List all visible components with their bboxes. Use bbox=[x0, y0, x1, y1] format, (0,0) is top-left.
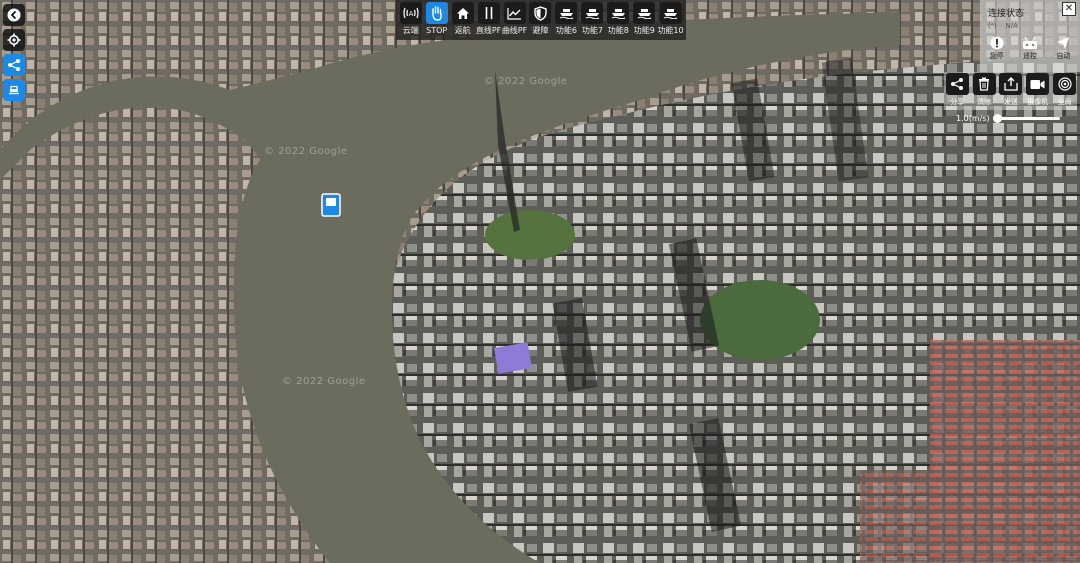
gear-icon bbox=[7, 33, 21, 47]
tool-stop[interactable]: STOP bbox=[424, 0, 449, 40]
tool-label: 返航 bbox=[454, 26, 471, 35]
hand-stop-icon bbox=[425, 2, 448, 24]
send-icon bbox=[1057, 37, 1070, 49]
tool-label: 功能7 bbox=[581, 26, 603, 35]
tool-label: 云端 bbox=[402, 26, 419, 35]
status-title: 连接状态 bbox=[988, 9, 1025, 19]
tool-label: 功能10 bbox=[657, 26, 684, 35]
send-button[interactable]: 发送 bbox=[999, 72, 1024, 110]
close-icon: ✕ bbox=[1064, 3, 1074, 14]
boat-button[interactable] bbox=[3, 79, 25, 101]
tool-label: 功能6 bbox=[555, 26, 577, 35]
boat-icon bbox=[607, 2, 630, 24]
home-icon bbox=[451, 2, 474, 24]
tool-label: 功能8 bbox=[607, 26, 629, 35]
boat-marker[interactable] bbox=[321, 193, 341, 217]
map-watermark: © 2022 Google bbox=[484, 76, 568, 87]
remote-icon bbox=[1022, 36, 1037, 49]
remote-control-button[interactable]: 遥控 bbox=[1015, 36, 1045, 66]
auto-mode-button[interactable]: 自动 bbox=[1048, 36, 1078, 66]
tool-label: 直线PF bbox=[475, 26, 502, 35]
tool-function-8[interactable]: 功能8 bbox=[606, 0, 631, 40]
tool-function-9[interactable]: 功能9 bbox=[632, 0, 657, 40]
upload-icon bbox=[999, 73, 1023, 95]
share-icon bbox=[8, 59, 20, 71]
tool-label: 避障 bbox=[532, 26, 549, 35]
share-icon bbox=[945, 73, 969, 95]
trash-icon bbox=[972, 73, 996, 95]
speed-value: 1.0(m/s) bbox=[956, 113, 990, 123]
camera-button[interactable]: 摄像机 bbox=[1025, 72, 1050, 110]
action-label: 清除 bbox=[977, 98, 992, 106]
control-mode-group: 急停 遥控 自动 bbox=[980, 36, 1080, 66]
back-button[interactable] bbox=[3, 4, 25, 26]
speed-control: 1.0(m/s) bbox=[956, 112, 1066, 124]
tool-curve-path[interactable]: 曲线PF bbox=[502, 0, 527, 40]
boat-icon bbox=[9, 85, 19, 95]
status-value: N/A bbox=[1005, 22, 1018, 30]
boat-icon bbox=[555, 2, 578, 24]
tool-label: 功能9 bbox=[633, 26, 655, 35]
share-route-button[interactable]: 分享 bbox=[945, 72, 970, 110]
straight-path-icon bbox=[477, 2, 500, 24]
tool-label: STOP bbox=[426, 26, 448, 35]
share-button[interactable] bbox=[3, 54, 25, 76]
back-arrow-icon bbox=[7, 8, 21, 22]
speed-slider-knob[interactable] bbox=[992, 113, 1002, 123]
speed-slider[interactable] bbox=[992, 113, 1060, 123]
action-label: 分享 bbox=[950, 98, 965, 106]
action-panel: 分享 清除 发送 摄像机 全局 bbox=[944, 72, 1077, 110]
svg-text:A: A bbox=[408, 10, 413, 18]
status-row: (ᴬ) N/A bbox=[988, 20, 1076, 32]
action-label: 全局 bbox=[1057, 98, 1072, 106]
tool-cloud[interactable]: A 云端 bbox=[398, 0, 423, 40]
close-button[interactable]: ✕ bbox=[1062, 2, 1076, 16]
action-label: 发送 bbox=[1003, 98, 1018, 106]
tool-avoidance[interactable]: 避障 bbox=[528, 0, 553, 40]
global-view-button[interactable]: 全局 bbox=[1052, 72, 1077, 110]
boat-icon bbox=[633, 2, 656, 24]
boat-icon bbox=[659, 2, 682, 24]
map-watermark: © 2022 Google bbox=[282, 376, 366, 387]
tool-function-10[interactable]: 功能10 bbox=[657, 0, 684, 40]
antenna-icon: A bbox=[399, 2, 422, 24]
clear-button[interactable]: 清除 bbox=[972, 72, 997, 110]
emergency-stop-button[interactable]: 急停 bbox=[982, 36, 1012, 66]
tool-straight-path[interactable]: 直线PF bbox=[476, 0, 501, 40]
target-icon bbox=[1053, 73, 1077, 95]
tool-function-7[interactable]: 功能7 bbox=[580, 0, 605, 40]
tool-return-home[interactable]: 返航 bbox=[450, 0, 475, 40]
shield-icon bbox=[529, 2, 552, 24]
tool-label: 曲线PF bbox=[501, 26, 528, 35]
control-label: 自动 bbox=[1056, 52, 1071, 60]
top-toolbar: A 云端 STOP 返航 直线PF 曲线PF 避障 功能6 功能7 功能8 功能… bbox=[396, 0, 686, 40]
video-icon bbox=[1026, 73, 1050, 95]
map-watermark: © 2022 Google bbox=[264, 146, 348, 157]
boat-icon bbox=[581, 2, 604, 24]
tool-function-6[interactable]: 功能6 bbox=[554, 0, 579, 40]
settings-button[interactable] bbox=[3, 29, 25, 51]
curve-path-icon bbox=[503, 2, 526, 24]
signal-indicator: (ᴬ) bbox=[988, 22, 997, 30]
alert-icon bbox=[990, 36, 1004, 50]
control-label: 急停 bbox=[989, 52, 1004, 60]
action-label: 摄像机 bbox=[1027, 98, 1049, 106]
control-label: 遥控 bbox=[1022, 52, 1037, 60]
